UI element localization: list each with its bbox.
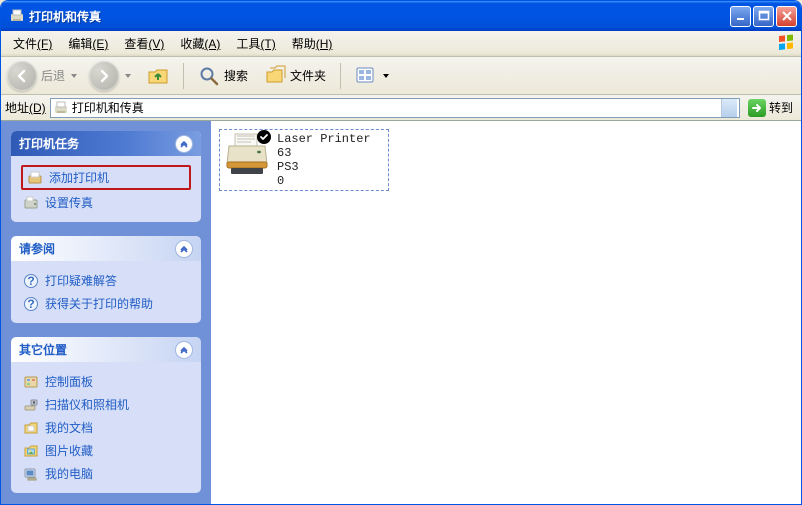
add-printer-icon xyxy=(27,170,43,186)
place-label: 控制面板 xyxy=(45,373,93,390)
window-buttons xyxy=(730,6,797,27)
maximize-button[interactable] xyxy=(753,6,774,27)
close-button[interactable] xyxy=(776,6,797,27)
folders-icon xyxy=(264,65,286,87)
printer-icon xyxy=(223,132,271,176)
place-label: 扫描仪和照相机 xyxy=(45,396,129,413)
address-dropdown-button[interactable] xyxy=(721,99,737,117)
panel-other-places: 其它位置 控制面板 扫描仪和照相机 我的文档 xyxy=(11,337,201,493)
collapse-icon xyxy=(175,240,193,258)
address-bar: 地址(D) 转到 xyxy=(1,95,801,121)
collapse-icon xyxy=(175,341,193,359)
my-computer-icon xyxy=(23,466,39,482)
panel-body: 控制面板 扫描仪和照相机 我的文档 图片收藏 xyxy=(11,362,201,493)
search-label: 搜索 xyxy=(224,67,248,84)
seealso-label: 获得关于打印的帮助 xyxy=(45,295,153,312)
scanner-camera-icon xyxy=(23,397,39,413)
printer-label: Laser Printer 63 PS3 0 xyxy=(277,132,385,188)
toolbar-separator-2 xyxy=(340,63,341,89)
svg-text:?: ? xyxy=(27,297,34,311)
panel-title: 请参阅 xyxy=(19,240,175,257)
menubar: 文件(F) 编辑(E) 查看(V) 收藏(A) 工具(T) 帮助(H) xyxy=(1,31,801,57)
address-label: 地址(D) xyxy=(5,99,46,116)
panel-header-printer-tasks[interactable]: 打印机任务 xyxy=(11,131,201,156)
titlebar[interactable]: 打印机和传真 xyxy=(1,1,801,31)
folders-button[interactable]: 文件夹 xyxy=(258,63,332,89)
window-title: 打印机和传真 xyxy=(29,8,730,25)
place-my-pictures[interactable]: 图片收藏 xyxy=(21,439,191,462)
place-my-computer[interactable]: 我的电脑 xyxy=(21,462,191,485)
panel-header-other-places[interactable]: 其它位置 xyxy=(11,337,201,362)
windows-logo-icon xyxy=(777,34,797,54)
my-documents-icon xyxy=(23,420,39,436)
task-setup-fax[interactable]: 设置传真 xyxy=(21,191,191,214)
toolbar-separator xyxy=(183,63,184,89)
views-button[interactable] xyxy=(349,63,395,89)
menu-edit[interactable]: 编辑(E) xyxy=(60,33,116,54)
menu-help[interactable]: 帮助(H) xyxy=(284,33,341,54)
client-area: 打印机任务 添加打印机 设置传真 请参阅 xyxy=(1,121,801,504)
content-area[interactable]: Laser Printer 63 PS3 0 xyxy=(211,121,801,504)
menu-favorites[interactable]: 收藏(A) xyxy=(172,33,228,54)
seealso-label: 打印疑难解答 xyxy=(45,272,117,289)
my-pictures-icon xyxy=(23,443,39,459)
panel-header-see-also[interactable]: 请参阅 xyxy=(11,236,201,261)
views-icon xyxy=(355,65,377,87)
panel-title: 其它位置 xyxy=(19,341,175,358)
panel-body: ? 打印疑难解答 ? 获得关于打印的帮助 xyxy=(11,261,201,323)
seealso-troubleshoot[interactable]: ? 打印疑难解答 xyxy=(21,269,191,292)
forward-button[interactable] xyxy=(89,61,119,91)
help-icon: ? xyxy=(23,296,39,312)
search-button[interactable]: 搜索 xyxy=(192,63,254,89)
panel-see-also: 请参阅 ? 打印疑难解答 ? 获得关于打印的帮助 xyxy=(11,236,201,323)
place-scanners-cameras[interactable]: 扫描仪和照相机 xyxy=(21,393,191,416)
go-label: 转到 xyxy=(769,99,793,116)
forward-dropdown-icon[interactable] xyxy=(125,74,131,78)
printers-folder-small-icon xyxy=(53,100,69,116)
address-input[interactable] xyxy=(72,100,721,116)
control-panel-icon xyxy=(23,374,39,390)
back-dropdown-icon[interactable] xyxy=(71,74,77,78)
place-label: 我的电脑 xyxy=(45,465,93,482)
back-button[interactable] xyxy=(7,61,37,91)
collapse-icon xyxy=(175,135,193,153)
minimize-button[interactable] xyxy=(730,6,751,27)
place-control-panel[interactable]: 控制面板 xyxy=(21,370,191,393)
svg-text:?: ? xyxy=(27,274,34,288)
panel-body: 添加打印机 设置传真 xyxy=(11,156,201,222)
panel-title: 打印机任务 xyxy=(19,135,175,152)
menu-tools[interactable]: 工具(T) xyxy=(228,33,283,54)
place-label: 图片收藏 xyxy=(45,442,93,459)
help-icon: ? xyxy=(23,273,39,289)
printer-list-item[interactable]: Laser Printer 63 PS3 0 xyxy=(219,129,389,191)
window-frame: 打印机和传真 文件(F) 编辑(E) 查看(V) 收藏(A) 工具(T) 帮助(… xyxy=(0,0,802,505)
menu-file[interactable]: 文件(F) xyxy=(5,33,60,54)
search-icon xyxy=(198,65,220,87)
watermark xyxy=(641,454,801,504)
menu-view[interactable]: 查看(V) xyxy=(116,33,172,54)
default-printer-checkmark-icon xyxy=(257,130,271,144)
place-my-documents[interactable]: 我的文档 xyxy=(21,416,191,439)
task-label: 添加打印机 xyxy=(49,169,109,186)
go-button[interactable]: 转到 xyxy=(744,98,797,118)
place-label: 我的文档 xyxy=(45,419,93,436)
task-label: 设置传真 xyxy=(45,194,93,211)
back-label: 后退 xyxy=(41,67,65,84)
task-add-printer[interactable]: 添加打印机 xyxy=(21,165,191,190)
folders-label: 文件夹 xyxy=(290,67,326,84)
fax-icon xyxy=(23,195,39,211)
folder-up-icon xyxy=(147,65,169,87)
printers-folder-icon xyxy=(9,8,25,24)
views-dropdown-icon[interactable] xyxy=(383,74,389,78)
sidebar: 打印机任务 添加打印机 设置传真 请参阅 xyxy=(1,121,211,504)
panel-printer-tasks: 打印机任务 添加打印机 设置传真 xyxy=(11,131,201,222)
go-arrow-icon xyxy=(748,99,766,117)
up-button[interactable] xyxy=(141,63,175,89)
toolbar: 后退 搜索 文件夹 xyxy=(1,57,801,95)
seealso-printing-help[interactable]: ? 获得关于打印的帮助 xyxy=(21,292,191,315)
address-input-wrapper[interactable] xyxy=(50,98,740,118)
